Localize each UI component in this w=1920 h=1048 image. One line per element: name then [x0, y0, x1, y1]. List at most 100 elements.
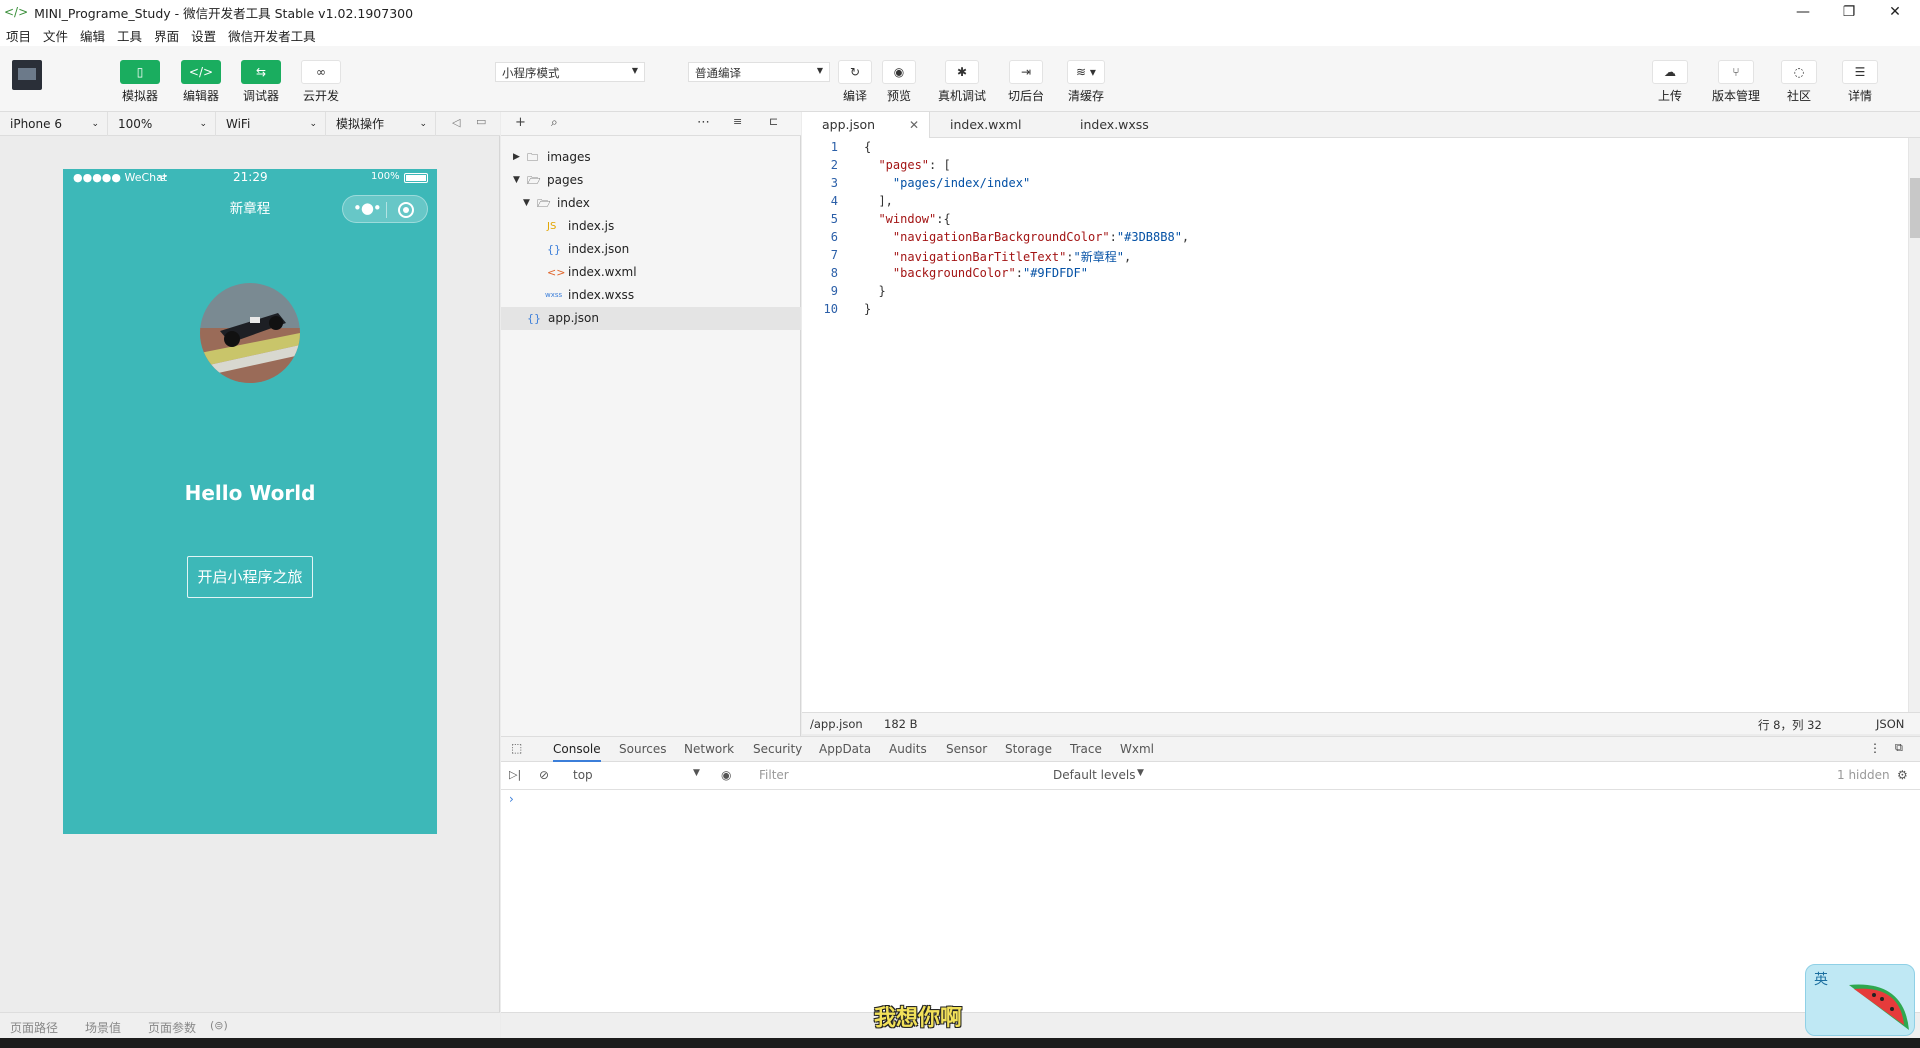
tab-index-wxss[interactable]: index.wxss	[1060, 112, 1190, 138]
capsule-menu[interactable]: •●•	[342, 195, 428, 223]
tab-app-json[interactable]: app.json ✕	[802, 112, 930, 138]
tab-appdata[interactable]: AppData	[819, 737, 871, 762]
tab-index-wxml[interactable]: index.wxml	[930, 112, 1060, 138]
menu-settings[interactable]: 设置	[191, 26, 216, 45]
add-file-icon[interactable]: +	[515, 115, 526, 130]
tree-file-index-js[interactable]: JS index.js	[501, 215, 801, 238]
cloud-dev-button[interactable]: ∞ 云开发	[301, 60, 341, 104]
ops-select[interactable]: 模拟操作 ⌄	[326, 112, 436, 136]
context-select[interactable]: top	[573, 768, 593, 782]
gear-icon[interactable]: ⚙	[1897, 768, 1908, 782]
code-line: }	[864, 302, 872, 316]
compile-select[interactable]: 普通编译 ▼	[688, 62, 830, 82]
tree-file-index-json[interactable]: {} index.json	[501, 238, 801, 261]
tab-sources[interactable]: Sources	[619, 737, 666, 762]
levels-select[interactable]: Default levels	[1053, 768, 1135, 782]
wxml-file-icon: <>	[547, 266, 566, 279]
community-button[interactable]: ◌ 社区	[1781, 60, 1817, 104]
compile-button[interactable]: ↻ 编译	[838, 60, 872, 104]
json-file-icon: {}	[527, 312, 541, 325]
simulator-toggle-button[interactable]: ▯ 模拟器	[120, 60, 160, 104]
device-select[interactable]: iPhone 6 ⌄	[0, 112, 108, 136]
menu-view[interactable]: 界面	[154, 26, 179, 45]
code-line: "backgroundColor":"#9FDFDF"	[892, 266, 1088, 280]
details-button[interactable]: ☰ 详情	[1842, 60, 1878, 104]
background-switch-button[interactable]: ⇥ 切后台	[1008, 60, 1044, 104]
hide-panel-icon[interactable]: ⊏	[769, 115, 778, 128]
tab-network[interactable]: Network	[684, 737, 734, 762]
tree-file-index-wxss[interactable]: wxss index.wxss	[501, 284, 801, 307]
tab-storage[interactable]: Storage	[1005, 737, 1052, 762]
preview-label: 预览	[886, 89, 911, 103]
tree-folder-index[interactable]: ▼ 🗁 index	[501, 192, 801, 215]
tab-audits[interactable]: Audits	[889, 737, 927, 762]
phone-time: 21:29	[233, 170, 268, 184]
more-dots-icon[interactable]: •●•	[353, 199, 382, 217]
debugger-toggle-button[interactable]: ⇆ 调试器	[241, 60, 281, 104]
mode-select[interactable]: 小程序模式 ▼	[495, 62, 645, 82]
tab-sensor[interactable]: Sensor	[946, 737, 987, 762]
line-number: 4	[830, 194, 838, 208]
file-size: 182 B	[884, 717, 918, 731]
collapse-icon[interactable]: ≡	[733, 115, 742, 128]
dock-icon[interactable]: ⧉	[1895, 741, 1903, 755]
more-icon[interactable]: ⋯	[697, 115, 710, 130]
zoom-select[interactable]: 100% ⌄	[108, 112, 216, 136]
more-vert-icon[interactable]: ⋮	[1869, 741, 1881, 755]
tab-console[interactable]: Console	[553, 737, 601, 762]
tree-folder-pages[interactable]: ▼ 🗁 pages	[501, 169, 801, 192]
menu-icon: ☰	[1842, 60, 1878, 84]
upload-button[interactable]: ☁ 上传	[1652, 60, 1688, 104]
editor-scrollbar[interactable]	[1908, 138, 1920, 712]
remote-debug-button[interactable]: ✱ 真机调试	[938, 60, 986, 104]
layers-icon: ≋ ▾	[1067, 60, 1105, 84]
ime-language-label: 英	[1814, 972, 1828, 988]
tab-label: index.wxml	[950, 117, 1022, 132]
tree-file-app-json[interactable]: {} app.json	[501, 307, 801, 330]
tree-folder-images[interactable]: ▶ 🗀 images	[501, 146, 801, 169]
menu-wechat-devtools[interactable]: 微信开发者工具	[228, 26, 316, 45]
editor-toggle-button[interactable]: </> 编辑器	[181, 60, 221, 104]
menu-edit[interactable]: 编辑	[80, 26, 105, 45]
menu-file[interactable]: 文件	[43, 26, 68, 45]
code-editor[interactable]: 1 2 3 4 5 6 7 8 9 10 { "pages": [ "pages/index/in…	[802, 138, 1920, 712]
filter-input[interactable]: Filter	[759, 768, 789, 782]
sidebar-toggle-icon[interactable]: ▷|	[509, 768, 521, 781]
line-number: 3	[830, 176, 838, 190]
volume-icon[interactable]: ◁	[452, 116, 460, 129]
menu-tools[interactable]: 工具	[117, 26, 142, 45]
inspect-icon[interactable]: ⬚	[511, 741, 522, 755]
language-mode[interactable]: JSON	[1876, 717, 1904, 731]
menu-project[interactable]: 项目	[6, 26, 31, 45]
tab-trace[interactable]: Trace	[1070, 737, 1102, 762]
eye-icon[interactable]: ◉	[721, 768, 731, 782]
network-select[interactable]: WiFi ⌄	[216, 112, 326, 136]
close-miniprogram-icon[interactable]	[398, 202, 414, 218]
tab-security[interactable]: Security	[753, 737, 802, 762]
popout-icon[interactable]: ▭	[476, 115, 486, 128]
close-icon[interactable]: ✕	[909, 112, 919, 138]
clear-console-icon[interactable]: ⊘	[539, 768, 549, 782]
line-number: 5	[830, 212, 838, 226]
console-output[interactable]: ›	[501, 790, 1920, 1012]
close-icon[interactable]: ✕	[1872, 0, 1918, 24]
clear-cache-button[interactable]: ≋ ▾ 清缓存	[1067, 60, 1105, 104]
restore-icon[interactable]: ❐	[1826, 0, 1872, 24]
start-journey-button[interactable]: 开启小程序之旅	[187, 556, 313, 598]
chevron-down-icon: ▼	[816, 66, 823, 75]
code-line: }	[864, 284, 886, 298]
menu-bar: 项目 文件 编辑 工具 界面 设置 微信开发者工具	[0, 24, 1920, 46]
ime-widget[interactable]: 英	[1805, 964, 1915, 1036]
scroll-thumb[interactable]	[1910, 178, 1920, 238]
version-button[interactable]: ⑂ 版本管理	[1712, 60, 1760, 104]
tree-item-label: pages	[547, 173, 584, 187]
minimize-icon[interactable]: —	[1780, 0, 1826, 24]
devtools-tabs: ⬚ Console Sources Network Security AppDa…	[501, 736, 1920, 762]
tab-wxml[interactable]: Wxml	[1120, 737, 1154, 762]
preview-button[interactable]: ◉ 预览	[882, 60, 916, 104]
search-icon[interactable]: ⌕	[551, 115, 558, 130]
user-avatar[interactable]	[12, 60, 42, 90]
tree-file-index-wxml[interactable]: <> index.wxml	[501, 261, 801, 284]
video-subtitle: 我想你啊	[873, 1006, 962, 1031]
json-file-icon: {}	[547, 243, 561, 256]
